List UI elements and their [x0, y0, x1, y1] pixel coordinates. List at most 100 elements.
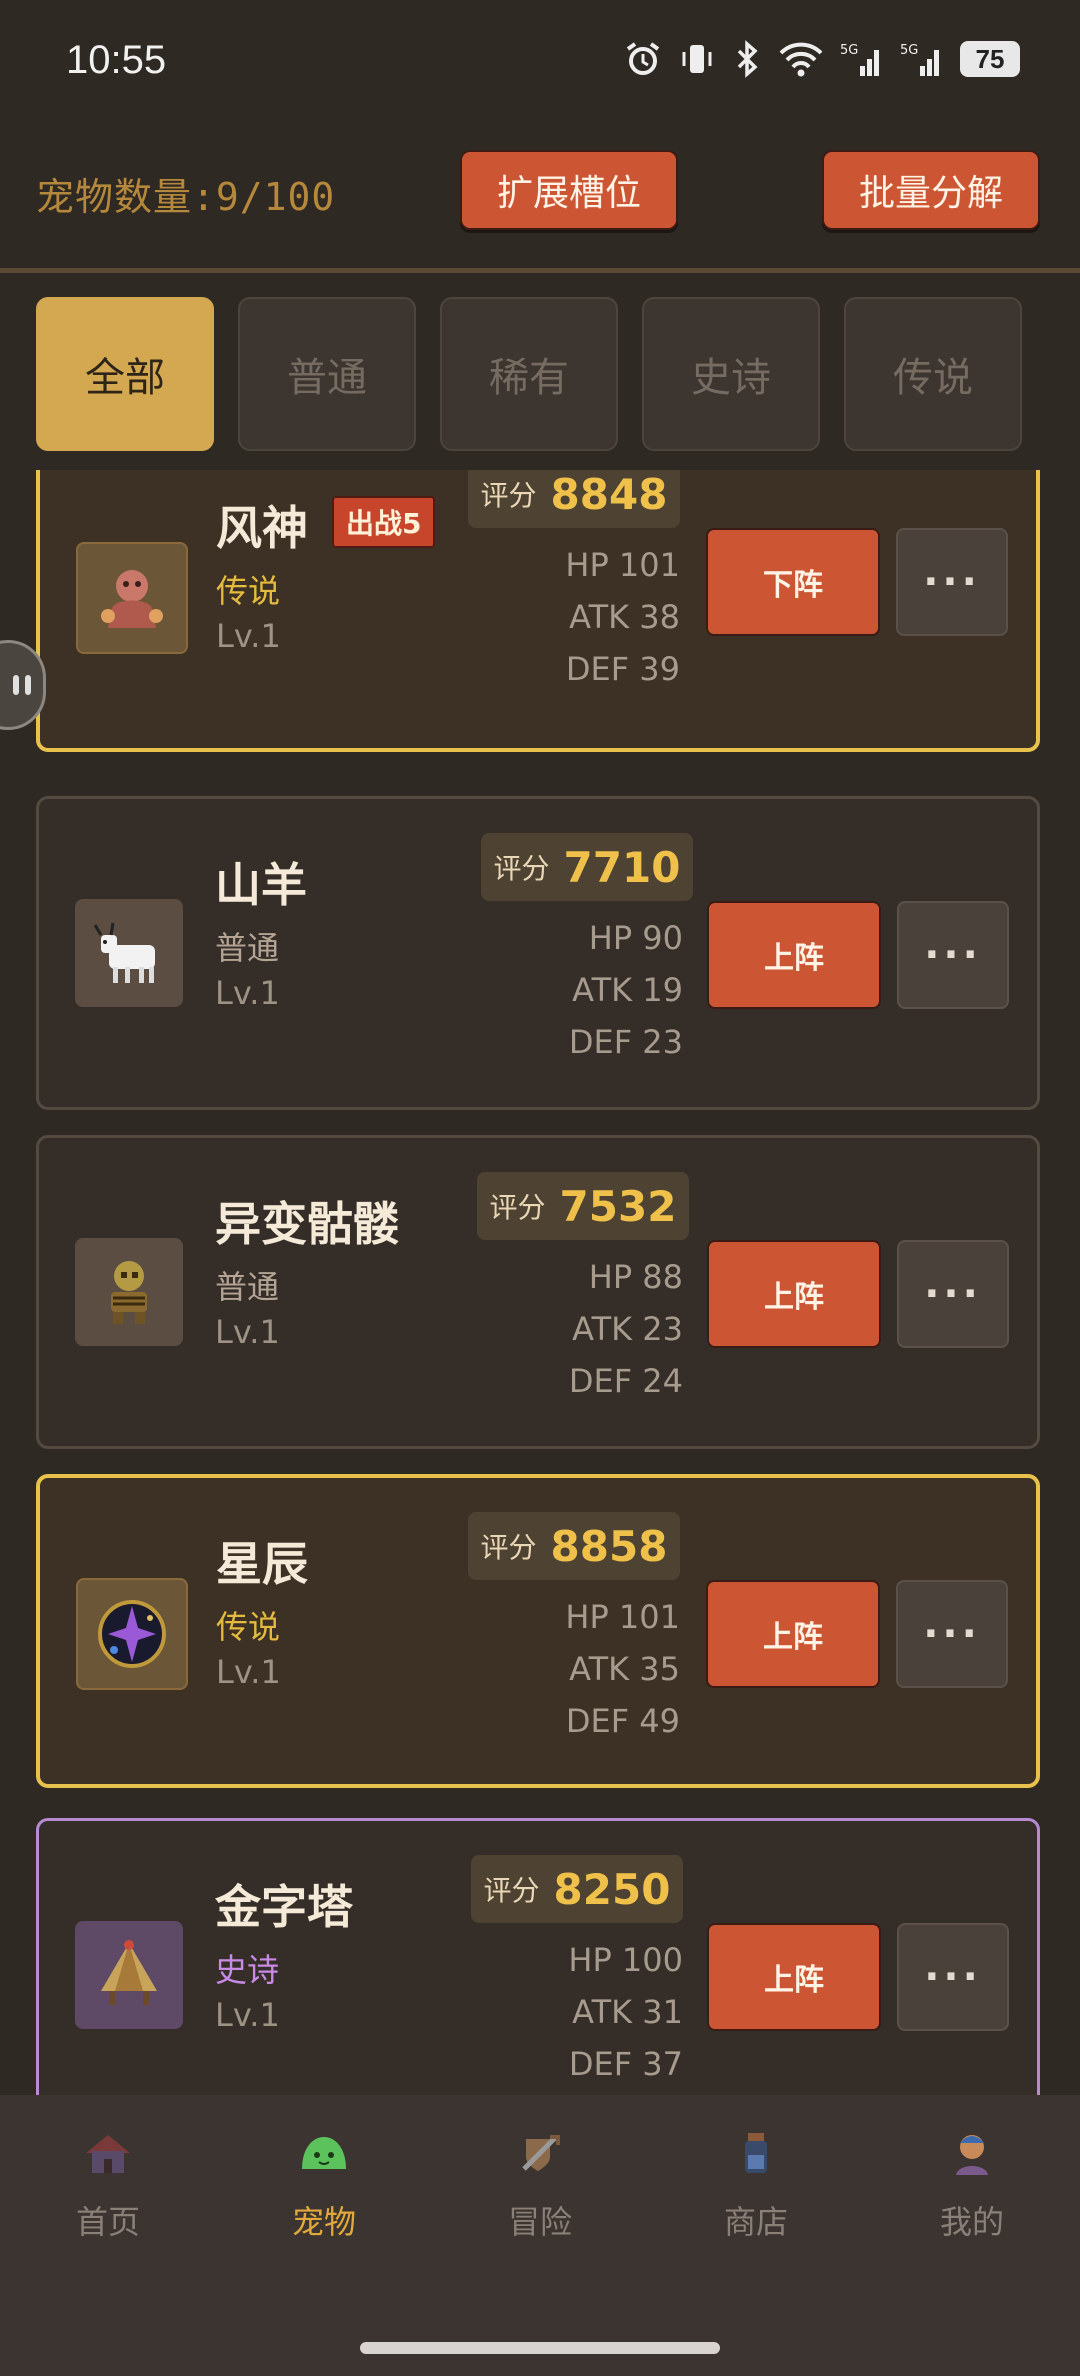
house-icon	[86, 2135, 130, 2173]
score-label: 评分	[480, 479, 537, 512]
nav-label: 商店	[723, 2203, 788, 2241]
pet-name: 异变骷髅	[215, 1197, 399, 1251]
stat-atk: ATK 19	[572, 971, 683, 1009]
bluetooth-icon	[737, 40, 758, 78]
pet-count: 宠物数量:9/100	[36, 166, 335, 221]
potion-icon	[745, 2133, 767, 2173]
deploy-button[interactable]: 上阵	[707, 1240, 881, 1348]
stat-hp: HP 100	[568, 1941, 683, 1979]
pet-count-label: 宠物数量:	[36, 175, 216, 219]
signal-5g-icon: 5G	[840, 43, 879, 76]
more-options-button[interactable]: ···	[897, 1923, 1009, 2031]
pet-card[interactable]: 星辰 传说 Lv.1 评分 8858 HP 101 ATK 35 DEF 49 …	[36, 1474, 1040, 1788]
filter-tab-all[interactable]: 全部	[36, 297, 214, 451]
signal-5g-icon: 5G	[900, 43, 939, 76]
goat-icon	[93, 922, 155, 983]
deploy-button[interactable]: 上阵	[707, 1923, 881, 2031]
more-options-button[interactable]: ···	[896, 1580, 1008, 1688]
score-box: 评分 8848	[468, 470, 680, 528]
pet-name: 风神	[216, 501, 308, 555]
score-value: 8858	[550, 1521, 668, 1571]
clock: 10:55	[66, 38, 167, 82]
pet-avatar-mutant-skeleton	[75, 1238, 183, 1346]
nav-label: 冒险	[507, 2203, 572, 2241]
stat-def: DEF 49	[565, 1702, 680, 1740]
stat-def: DEF 23	[568, 1023, 683, 1061]
more-options-button[interactable]: ···	[896, 528, 1008, 636]
deploy-button[interactable]: 上阵	[707, 901, 881, 1009]
score-box: 评分 8250	[471, 1855, 683, 1923]
pet-rarity: 传说	[216, 572, 281, 610]
pet-card[interactable]: 风神 出战5 传说 Lv.1 评分 8848 HP 101 ATK 38 DEF…	[36, 470, 1040, 752]
pet-list[interactable]: 风神 出战5 传说 Lv.1 评分 8848 HP 101 ATK 38 DEF…	[0, 470, 1080, 2095]
stat-atk: ATK 23	[572, 1310, 683, 1348]
pet-avatar-pyramid	[75, 1921, 183, 2029]
pet-level: Lv.1	[216, 617, 281, 655]
bottom-nav: 首页 宠物 冒险 商店 我的	[0, 2095, 1080, 2376]
svg-text:5G: 5G	[840, 43, 858, 58]
expand-slots-button[interactable]: 扩展槽位	[460, 150, 678, 230]
nav-home[interactable]: 首页	[0, 2125, 216, 2243]
filter-tab-rare[interactable]: 稀有	[440, 297, 618, 451]
score-value: 8250	[553, 1864, 671, 1914]
nav-adventure[interactable]: 冒险	[432, 2125, 648, 2243]
pet-card[interactable]: 金字塔 史诗 Lv.1 评分 8250 HP 100 ATK 31 DEF 37…	[36, 1818, 1040, 2095]
status-bar: 10:55 5G 5G 75	[0, 0, 1080, 130]
pet-name: 山羊	[215, 858, 307, 912]
stat-hp: HP 90	[588, 919, 683, 957]
wind-god-icon	[101, 570, 163, 628]
pet-level: Lv.1	[215, 1996, 280, 2034]
pet-name: 星辰	[216, 1537, 308, 1591]
nav-label: 我的	[939, 2203, 1004, 2241]
home-indicator[interactable]	[360, 2342, 720, 2354]
filter-tab-epic[interactable]: 史诗	[642, 297, 820, 451]
deploy-button[interactable]: 上阵	[706, 1580, 880, 1688]
pet-card[interactable]: 山羊 普通 Lv.1 评分 7710 HP 90 ATK 19 DEF 23 上…	[36, 796, 1040, 1110]
more-options-button[interactable]: ···	[897, 1240, 1009, 1348]
pet-avatar-fengshen	[76, 542, 188, 654]
svg-text:5G: 5G	[900, 43, 918, 58]
profile-icon	[956, 2135, 988, 2175]
score-box: 评分 8858	[468, 1512, 680, 1580]
nav-profile[interactable]: 我的	[864, 2125, 1080, 2243]
nav-label: 宠物	[291, 2203, 356, 2241]
score-label: 评分	[480, 1531, 537, 1564]
pet-count-value: 9/100	[215, 175, 336, 219]
pet-level: Lv.1	[215, 974, 280, 1012]
score-value: 7710	[563, 842, 681, 892]
stat-hp: HP 101	[565, 1598, 680, 1636]
score-value: 8848	[550, 470, 668, 519]
nav-label: 首页	[75, 2203, 140, 2241]
stat-hp: HP 88	[588, 1258, 683, 1296]
skeleton-icon	[111, 1261, 147, 1324]
pet-rarity: 普通	[215, 929, 280, 967]
score-label: 评分	[493, 852, 550, 885]
stat-atk: ATK 35	[569, 1650, 680, 1688]
batch-decompose-button[interactable]: 批量分解	[822, 150, 1040, 230]
more-options-button[interactable]: ···	[897, 901, 1009, 1009]
stat-def: DEF 39	[565, 650, 680, 688]
stat-def: DEF 24	[568, 1362, 683, 1400]
header-divider	[0, 268, 1080, 273]
nav-shop[interactable]: 商店	[648, 2125, 864, 2243]
stat-def: DEF 37	[568, 2045, 683, 2083]
pet-card[interactable]: 异变骷髅 普通 Lv.1 评分 7532 HP 88 ATK 23 DEF 24…	[36, 1135, 1040, 1449]
battery-indicator: 75	[960, 41, 1020, 77]
pyramid-icon	[101, 1940, 157, 2005]
deploy-badge: 出战5	[332, 496, 436, 548]
pet-rarity: 史诗	[215, 1951, 280, 1989]
pet-rarity: 传说	[216, 1608, 281, 1646]
slime-icon	[302, 2137, 346, 2169]
pet-avatar-goat	[75, 899, 183, 1007]
filter-tab-normal[interactable]: 普通	[238, 297, 416, 451]
score-box: 评分 7710	[481, 833, 693, 901]
vibrate-icon	[682, 45, 712, 73]
filter-tab-legendary[interactable]: 传说	[844, 297, 1022, 451]
score-value: 7532	[559, 1181, 677, 1231]
pet-rarity: 普通	[215, 1268, 280, 1306]
undeploy-button[interactable]: 下阵	[706, 528, 880, 636]
pet-avatar-stars	[76, 1578, 188, 1690]
pet-level: Lv.1	[215, 1313, 280, 1351]
nav-pets[interactable]: 宠物	[216, 2125, 432, 2243]
score-label: 评分	[489, 1191, 546, 1224]
